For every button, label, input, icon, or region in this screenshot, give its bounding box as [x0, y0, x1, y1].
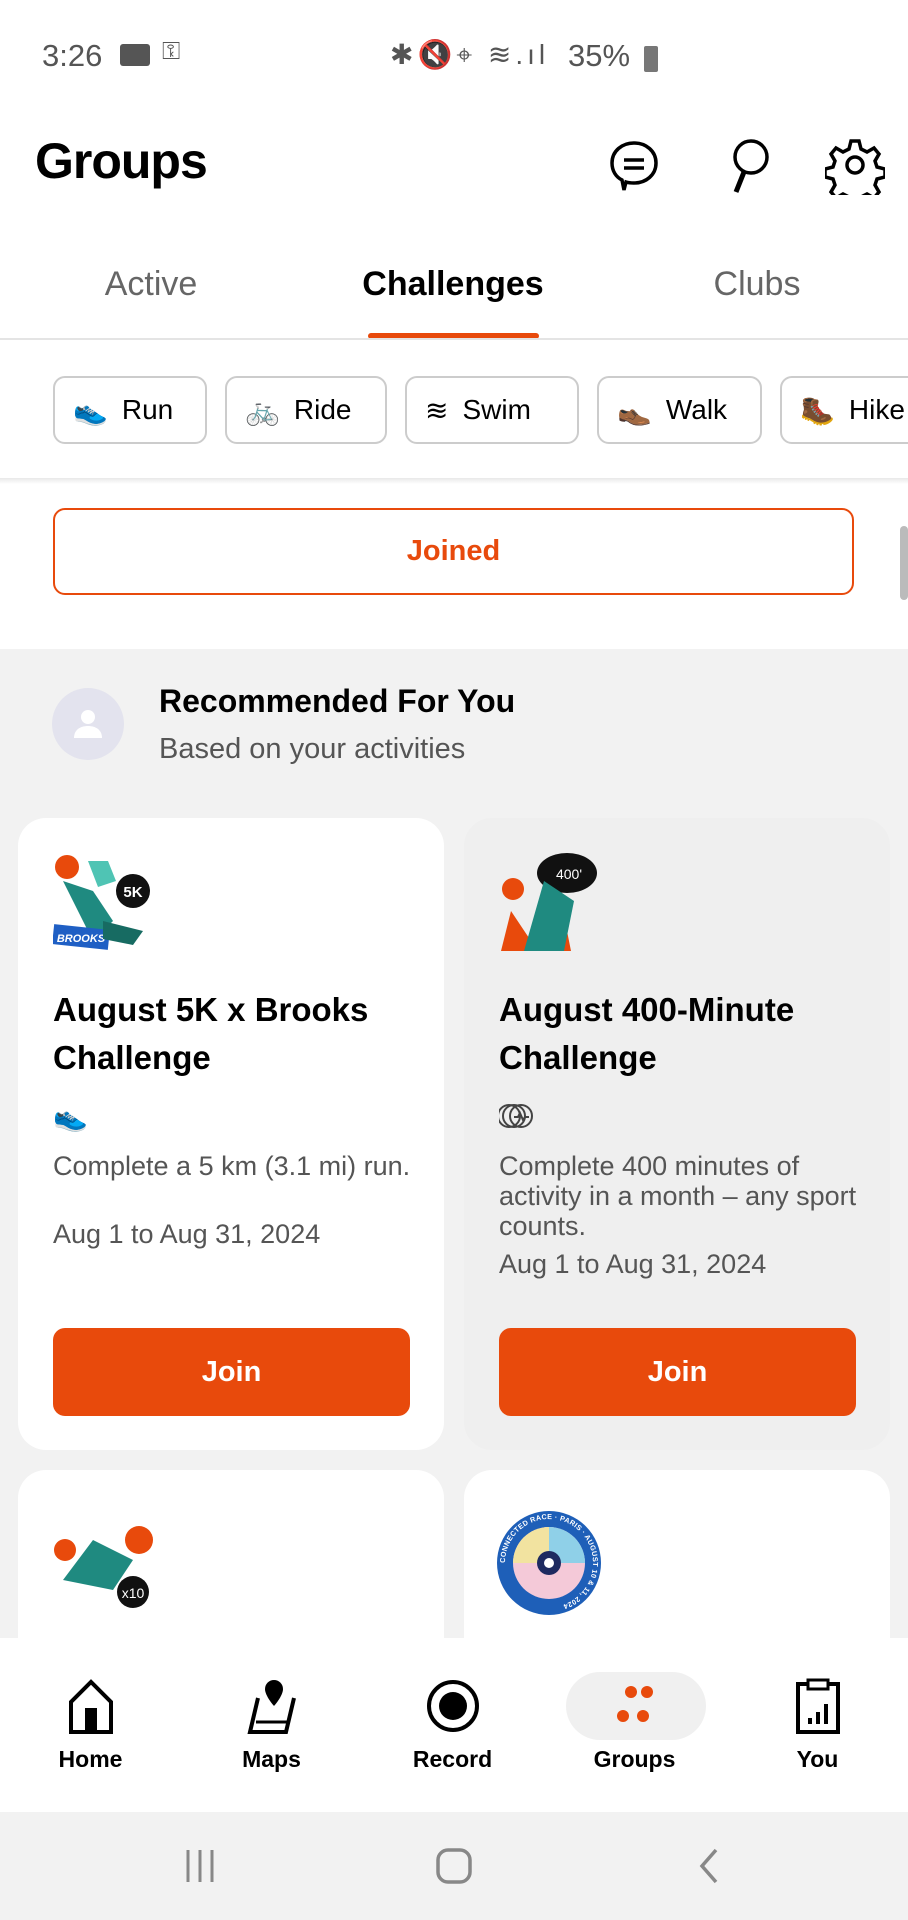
- challenge-badge-5k: 5K BROOKS: [53, 855, 150, 950]
- recommended-subtitle: Based on your activities: [159, 733, 466, 765]
- page-title: Groups: [35, 133, 208, 189]
- battery-icon: [644, 46, 658, 72]
- challenge-badge-400: 400': [501, 853, 597, 951]
- filter-swim[interactable]: ≋ Swim: [405, 376, 579, 444]
- maps-icon: [246, 1680, 296, 1734]
- tab-clubs[interactable]: Clubs: [637, 265, 877, 304]
- nav-you[interactable]: You: [727, 1638, 908, 1812]
- nav-groups[interactable]: Groups: [544, 1638, 725, 1812]
- hike-boot-icon: 🥾: [800, 394, 835, 426]
- shoe-icon: 👟: [53, 1101, 88, 1132]
- challenge-title: August 5K x Brooks Challenge: [53, 991, 369, 1076]
- multi-sport-icon: [499, 1104, 533, 1128]
- filter-label: Run: [121, 394, 174, 425]
- badge-brand: BROOKS: [57, 933, 106, 945]
- recommended-title: Recommended For You: [159, 683, 516, 719]
- status-time: 3:26: [42, 38, 103, 73]
- chat-icon[interactable]: [604, 135, 664, 195]
- tab-divider: [0, 338, 908, 340]
- challenge-card[interactable]: 400' August 400-Minute Challenge Complet…: [464, 818, 890, 1450]
- waves-icon: ≋: [425, 394, 449, 426]
- joined-button[interactable]: Joined: [53, 508, 854, 595]
- badge-text: 400': [556, 866, 582, 882]
- filter-walk[interactable]: 👞 Walk: [597, 376, 762, 444]
- tab-active[interactable]: Active: [31, 265, 271, 304]
- shoe-icon: 👟: [73, 394, 108, 426]
- walk-shoe-icon: 👞: [617, 394, 652, 426]
- nav-label: Home: [58, 1746, 123, 1772]
- filter-hike[interactable]: 🥾 Hike: [780, 376, 908, 444]
- system-nav-bar: [0, 1812, 908, 1920]
- back-icon[interactable]: [694, 1846, 724, 1886]
- bluetooth-icon: ✱🔇⌖ ≋.ıl: [390, 39, 550, 70]
- video-icon: [120, 44, 150, 66]
- avatar: [52, 688, 124, 760]
- badge-text: x10: [122, 1585, 145, 1601]
- challenge-dates: Aug 1 to Aug 31, 2024: [53, 1219, 321, 1249]
- join-button[interactable]: Join: [499, 1328, 856, 1416]
- join-button[interactable]: Join: [53, 1328, 410, 1416]
- filter-label: Walk: [665, 394, 728, 425]
- status-bar: 3:26 ⚿ ✱🔇⌖ ≋.ıl 35%: [0, 0, 908, 110]
- key-icon: ⚿: [162, 38, 181, 65]
- nav-home[interactable]: Home: [0, 1638, 181, 1812]
- nav-label: You: [796, 1746, 839, 1772]
- challenge-card[interactable]: 5K BROOKS August 5K x Brooks Challenge 👟 …: [18, 818, 444, 1450]
- filter-ride[interactable]: 🚲 Ride: [225, 376, 387, 444]
- challenge-badge-x10: x10: [54, 1526, 153, 1608]
- bike-icon: 🚲: [245, 394, 280, 426]
- battery-percent: 35%: [568, 38, 631, 73]
- badge-text: 5K: [123, 884, 142, 901]
- filter-label: Swim: [462, 394, 531, 425]
- person-icon: [74, 710, 102, 738]
- clipboard-chart-icon: [795, 1678, 840, 1734]
- challenge-title: August 400-Minute Challenge: [499, 991, 795, 1076]
- section-shadow: [0, 478, 908, 484]
- bottom-nav: Home Maps Record Groups You: [0, 1638, 908, 1812]
- filter-label: Hike: [848, 394, 905, 425]
- nav-record[interactable]: Record: [362, 1638, 543, 1812]
- home-button-icon[interactable]: [434, 1846, 474, 1886]
- search-icon[interactable]: [718, 135, 778, 195]
- recents-icon[interactable]: [180, 1848, 220, 1884]
- challenge-description: Complete a 5 km (3.1 mi) run.: [53, 1151, 411, 1181]
- home-icon: [68, 1679, 113, 1734]
- groups-icon: [616, 1686, 653, 1722]
- connected-race-badge: CONNECTED RACE · PARIS · AUGUST 10 & 11,…: [497, 1511, 601, 1615]
- challenge-dates: Aug 1 to Aug 31, 2024: [499, 1249, 767, 1279]
- nav-maps[interactable]: Maps: [181, 1638, 362, 1812]
- nav-label: Maps: [242, 1746, 301, 1772]
- scrollbar[interactable]: [900, 526, 908, 600]
- tab-challenges[interactable]: Challenges: [333, 265, 573, 304]
- challenge-description: Complete 400 minutes of activity in a mo…: [499, 1151, 857, 1241]
- filter-run[interactable]: 👟 Run: [53, 376, 207, 444]
- gear-icon[interactable]: [825, 135, 885, 195]
- nav-label: Record: [412, 1746, 493, 1772]
- filter-label: Ride: [293, 394, 352, 425]
- nav-label: Groups: [593, 1746, 676, 1772]
- record-icon: [426, 1680, 479, 1732]
